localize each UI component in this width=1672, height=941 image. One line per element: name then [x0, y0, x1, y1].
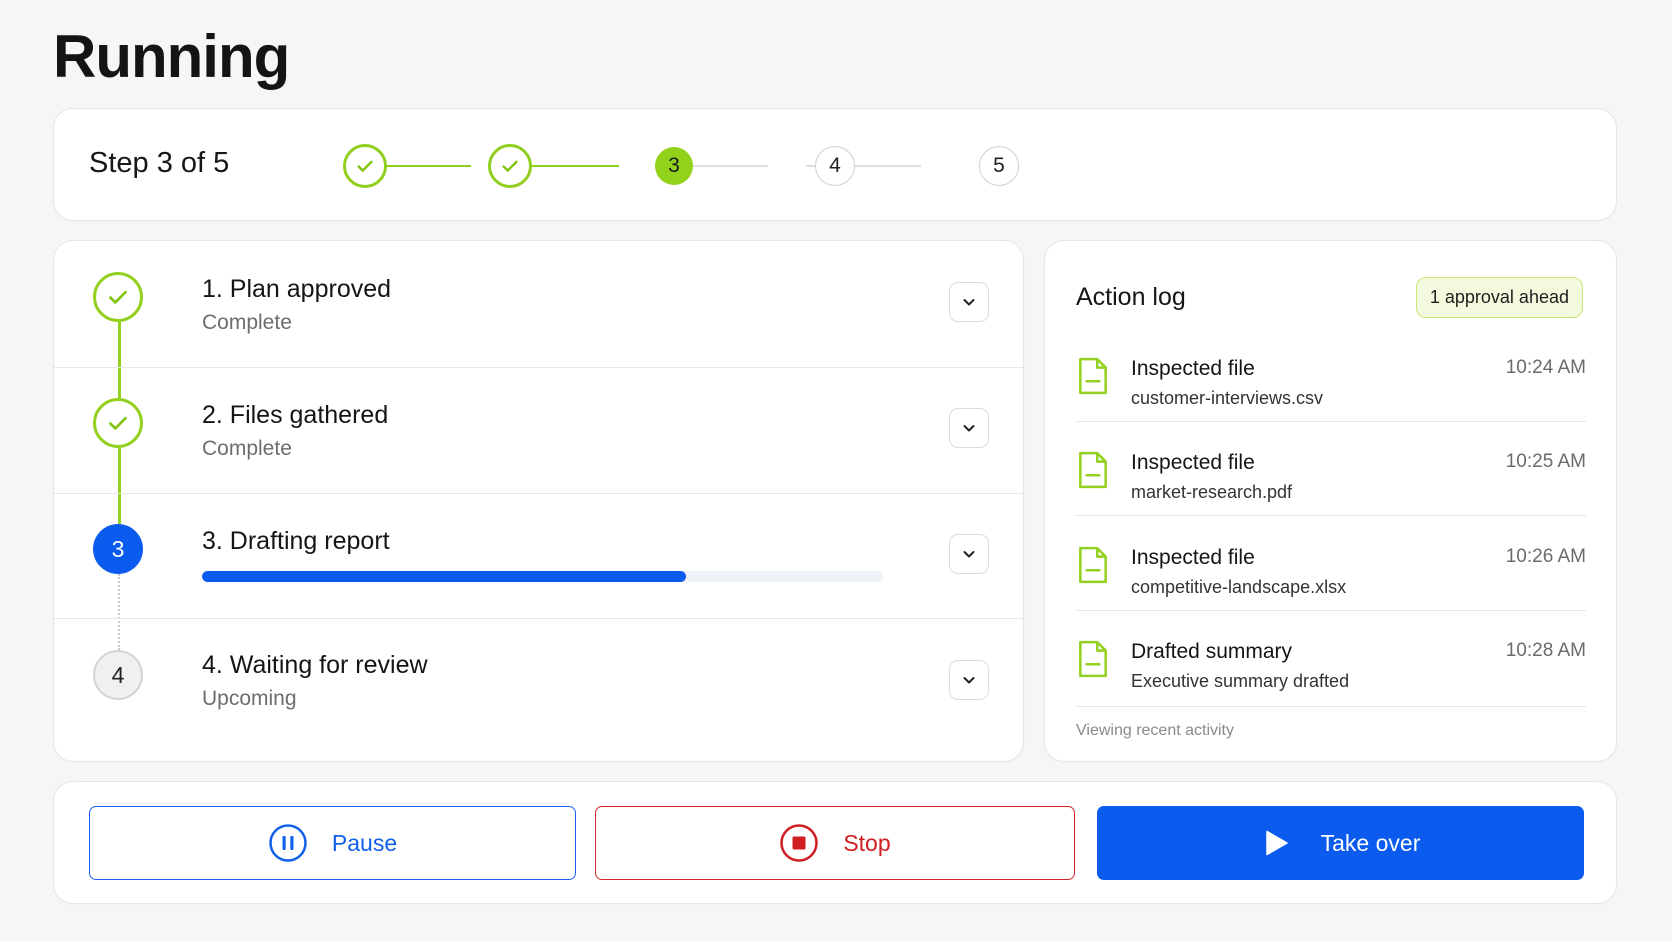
log-time: 10:28 AM [1505, 640, 1586, 661]
log-divider [1076, 706, 1586, 707]
step-marker-done [93, 398, 143, 448]
row-divider [54, 493, 1023, 494]
log-detail: market-research.pdf [1131, 482, 1293, 502]
take-over-button[interactable]: Take over [1097, 806, 1584, 880]
log-action: Inspected file [1131, 451, 1255, 474]
step-title: 2. Files gathered [202, 401, 389, 429]
log-action: Inspected file [1131, 546, 1255, 569]
file-icon [1079, 451, 1107, 489]
stepper-card: Step 3 of 5 3 4 5 [53, 108, 1617, 221]
stop-button[interactable]: Stop [595, 806, 1075, 880]
page-title: Running [53, 23, 290, 90]
step-title: 4. Waiting for review [202, 651, 428, 679]
expand-step-button[interactable] [949, 534, 989, 574]
check-icon [502, 160, 518, 172]
stepper-node-4: 4 [815, 146, 855, 186]
log-divider [1076, 610, 1586, 611]
log-entry: Inspected file customer-interviews.csv 1… [1076, 347, 1586, 441]
stepper-node-5: 5 [979, 146, 1019, 186]
timeline-connector-pending [118, 574, 120, 650]
expand-step-button[interactable] [949, 408, 989, 448]
step-title: 1. Plan approved [202, 275, 392, 303]
step-status: Complete [202, 311, 292, 334]
step-marker-done [93, 272, 143, 322]
log-time: 10:24 AM [1505, 357, 1586, 378]
log-divider [1076, 421, 1586, 422]
stepper-node-1 [343, 144, 387, 188]
check-icon [109, 416, 127, 430]
log-time: 10:26 AM [1505, 546, 1586, 567]
log-entry: Inspected file market-research.pdf 10:25… [1076, 441, 1586, 535]
step-progress-fill [202, 571, 686, 582]
step-status: Upcoming [202, 687, 297, 710]
check-icon [357, 160, 373, 172]
step-marker-upcoming: 4 [93, 650, 143, 700]
stepper-node-2 [488, 144, 532, 188]
play-icon [1265, 830, 1288, 856]
controls-card: Pause Stop Take over [53, 781, 1617, 904]
chevron-down-icon [963, 425, 975, 432]
row-divider [54, 367, 1023, 368]
approval-badge: 1 approval ahead [1415, 277, 1583, 318]
log-entry: Drafted summary Executive summary drafte… [1076, 630, 1586, 724]
row-divider [54, 618, 1023, 619]
stop-icon [780, 824, 819, 862]
log-action: Drafted summary [1131, 640, 1293, 663]
step-counter: Step 3 of 5 [89, 147, 230, 179]
chevron-down-icon [963, 551, 975, 558]
check-icon [109, 290, 127, 304]
log-entry: Inspected file competitive-landscape.xls… [1076, 536, 1586, 630]
log-detail: customer-interviews.csv [1131, 388, 1324, 408]
timeline-connector [118, 322, 121, 398]
pause-button[interactable]: Pause [89, 806, 576, 880]
log-time: 10:25 AM [1505, 451, 1586, 472]
timeline-connector [118, 448, 121, 524]
step-status: Complete [202, 437, 292, 460]
take-over-label: Take over [1320, 829, 1421, 856]
action-log-card: Action log 1 approval ahead Inspected fi… [1044, 240, 1617, 762]
stop-label: Stop [843, 829, 891, 856]
log-action: Inspected file [1131, 357, 1255, 380]
expand-step-button[interactable] [949, 282, 989, 322]
log-detail: competitive-landscape.xlsx [1131, 577, 1347, 597]
file-icon [1079, 640, 1107, 678]
file-icon [1079, 357, 1107, 395]
chevron-down-icon [963, 299, 975, 306]
step-marker-current: 3 [93, 524, 143, 574]
chevron-down-icon [963, 677, 975, 684]
stepper-node-3: 3 [655, 147, 693, 185]
action-log-title: Action log [1076, 283, 1186, 311]
expand-step-button[interactable] [949, 660, 989, 700]
log-detail: Executive summary drafted [1131, 671, 1350, 691]
log-footer-text: Viewing recent activity [1076, 722, 1234, 739]
log-divider [1076, 515, 1586, 516]
step-progress-bar [202, 571, 883, 582]
file-icon [1079, 546, 1107, 584]
step-title: 3. Drafting report [202, 527, 390, 555]
steps-card: 1. Plan approved Complete 2. Files gathe… [53, 240, 1024, 762]
pause-label: Pause [331, 829, 398, 856]
pause-icon [269, 824, 307, 862]
